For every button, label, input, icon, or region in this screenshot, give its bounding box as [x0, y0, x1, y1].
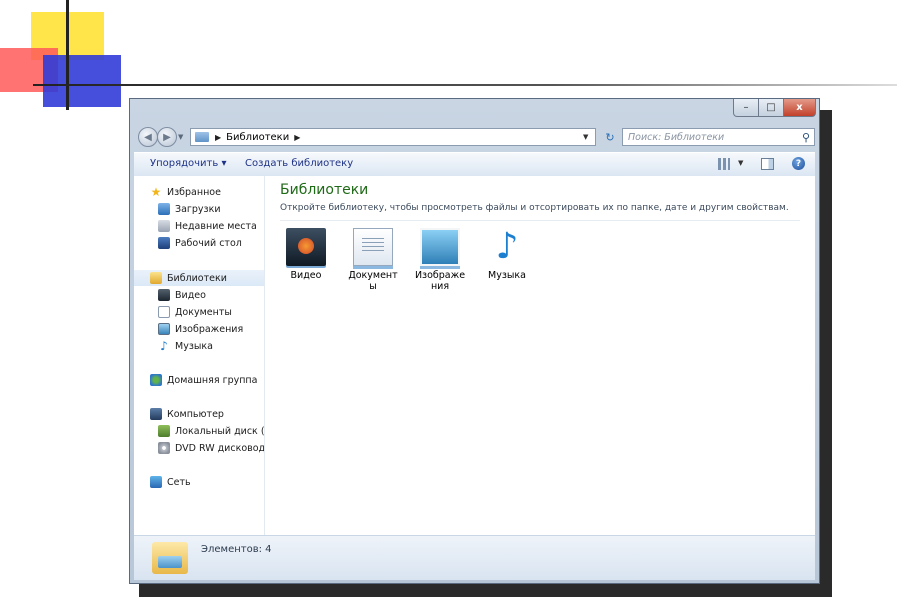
- picture-icon: [158, 323, 170, 335]
- sidebar-item-label: Загрузки: [175, 203, 221, 215]
- explorer-window: – □ x ◀ ▶ ▼ ▶ Библиотеки ▶ ▼ ↻ Поиск: Би…: [129, 98, 820, 584]
- recent-places-icon: [158, 220, 170, 232]
- library-tile-label: Документ ы: [348, 270, 398, 292]
- library-tile-label: Изображе ния: [414, 270, 466, 292]
- computer-icon: [150, 408, 162, 420]
- forward-button[interactable]: ▶: [157, 127, 177, 147]
- refresh-button[interactable]: ↻: [600, 128, 620, 146]
- library-tile-documents[interactable]: Документ ы: [344, 228, 402, 292]
- chevron-right-icon[interactable]: ▶: [215, 133, 221, 142]
- sidebar-item-dvd-drive[interactable]: DVD RW дисковод (: [158, 440, 265, 456]
- sidebar-item-label: Локальный диск (C: [175, 425, 265, 437]
- sidebar-item-computer[interactable]: Компьютер: [150, 406, 224, 422]
- document-icon: [158, 306, 170, 318]
- sidebar-item-label: Изображения: [175, 323, 244, 335]
- library-tile-label: Видео: [290, 270, 322, 281]
- breadcrumb-libraries[interactable]: Библиотеки: [226, 132, 289, 143]
- desktop-icon: [158, 237, 170, 249]
- preview-pane-icon[interactable]: [761, 158, 774, 170]
- sidebar-item-label: Музыка: [175, 340, 213, 352]
- decor-blue-square: [43, 55, 121, 107]
- documents-library-icon: [353, 228, 393, 266]
- libraries-icon: [150, 272, 162, 284]
- sidebar-item-label: DVD RW дисковод (: [175, 442, 265, 454]
- music-note-icon: ♪: [160, 339, 168, 353]
- back-button[interactable]: ◀: [138, 127, 158, 147]
- minimize-button[interactable]: –: [733, 99, 759, 117]
- arrow-left-icon: ◀: [144, 131, 152, 143]
- pictures-library-icon: [420, 228, 460, 266]
- sidebar-item-pictures[interactable]: Изображения: [158, 321, 243, 337]
- decor-vertical-line: [66, 0, 69, 110]
- header-divider: [280, 220, 800, 221]
- chevron-right-icon[interactable]: ▶: [294, 133, 300, 142]
- downloads-icon: [158, 203, 170, 215]
- sidebar-item-libraries[interactable]: Библиотеки: [134, 270, 264, 286]
- page-subtitle: Откройте библиотеку, чтобы просмотреть ф…: [280, 203, 789, 213]
- video-icon: [158, 289, 170, 301]
- maximize-button[interactable]: □: [758, 99, 784, 117]
- sidebar-item-desktop[interactable]: Рабочий стол: [158, 235, 242, 251]
- sidebar-item-favorites[interactable]: ★ Избранное: [150, 184, 221, 200]
- sidebar-item-documents[interactable]: Документы: [158, 304, 232, 320]
- command-bar: Упорядочить ▾ Создать библиотеку ▼ ?: [134, 152, 815, 176]
- sidebar-item-label: Компьютер: [167, 408, 224, 420]
- sidebar-item-local-disk[interactable]: Локальный диск (C: [158, 423, 265, 439]
- video-library-icon: [286, 228, 326, 266]
- change-view-icon[interactable]: [718, 158, 730, 170]
- sidebar-item-label: Рабочий стол: [175, 237, 242, 249]
- search-input[interactable]: Поиск: Библиотеки ⚲: [622, 128, 815, 146]
- close-button[interactable]: x: [783, 99, 816, 117]
- sidebar-item-label: Библиотеки: [167, 272, 227, 284]
- homegroup-icon: [150, 374, 162, 386]
- search-placeholder: Поиск: Библиотеки: [628, 131, 725, 143]
- sidebar-item-recent-places[interactable]: Недавние места: [158, 218, 257, 234]
- network-icon: [150, 476, 162, 488]
- sidebar-item-label: Видео: [175, 289, 206, 301]
- sidebar-item-network[interactable]: Сеть: [150, 474, 191, 490]
- content-pane: Библиотеки Откройте библиотеку, чтобы пр…: [265, 176, 815, 535]
- help-icon[interactable]: ?: [792, 157, 805, 170]
- refresh-icon: ↻: [605, 130, 615, 144]
- navigation-bar: ◀ ▶ ▼ ▶ Библиотеки ▶ ▼ ↻ Поиск: Библиоте…: [134, 125, 815, 149]
- library-tile-video[interactable]: Видео: [277, 228, 335, 281]
- libraries-folder-icon: [195, 132, 209, 142]
- page-title: Библиотеки: [280, 182, 369, 198]
- address-dropdown-icon[interactable]: ▼: [583, 133, 588, 141]
- sidebar-item-homegroup[interactable]: Домашняя группа: [150, 372, 257, 388]
- sidebar-item-downloads[interactable]: Загрузки: [158, 201, 221, 217]
- item-count: Элементов: 4: [201, 544, 272, 555]
- view-dropdown-icon[interactable]: ▼: [738, 159, 743, 167]
- sidebar-item-label: Избранное: [167, 186, 221, 198]
- address-bar[interactable]: ▶ Библиотеки ▶: [190, 128, 596, 146]
- status-bar: Элементов: 4: [134, 535, 815, 580]
- search-icon[interactable]: ⚲: [802, 131, 810, 144]
- sidebar-item-label: Домашняя группа: [167, 374, 258, 386]
- library-tile-pictures[interactable]: Изображе ния: [411, 228, 469, 292]
- arrow-right-icon: ▶: [163, 131, 171, 143]
- history-dropdown-icon[interactable]: ▼: [178, 133, 183, 141]
- local-disk-icon: [158, 425, 170, 437]
- star-icon: ★: [150, 185, 162, 199]
- sidebar-item-video[interactable]: Видео: [158, 287, 206, 303]
- create-library-button[interactable]: Создать библиотеку: [245, 158, 353, 169]
- sidebar-item-label: Документы: [175, 306, 232, 318]
- decor-horizontal-line: [33, 84, 897, 86]
- organize-button[interactable]: Упорядочить ▾: [150, 158, 226, 169]
- dvd-drive-icon: [158, 442, 170, 454]
- navigation-pane: ★ Избранное Загрузки Недавние места Рабо…: [134, 176, 265, 535]
- sidebar-item-label: Недавние места: [175, 220, 257, 232]
- sidebar-item-music[interactable]: ♪ Музыка: [158, 338, 213, 354]
- music-library-icon: ♪: [495, 226, 519, 267]
- library-tile-music[interactable]: ♪ Музыка: [478, 226, 536, 282]
- sidebar-item-label: Сеть: [167, 476, 191, 488]
- libraries-folder-icon: [152, 542, 188, 574]
- library-tile-label: Музыка: [488, 270, 526, 281]
